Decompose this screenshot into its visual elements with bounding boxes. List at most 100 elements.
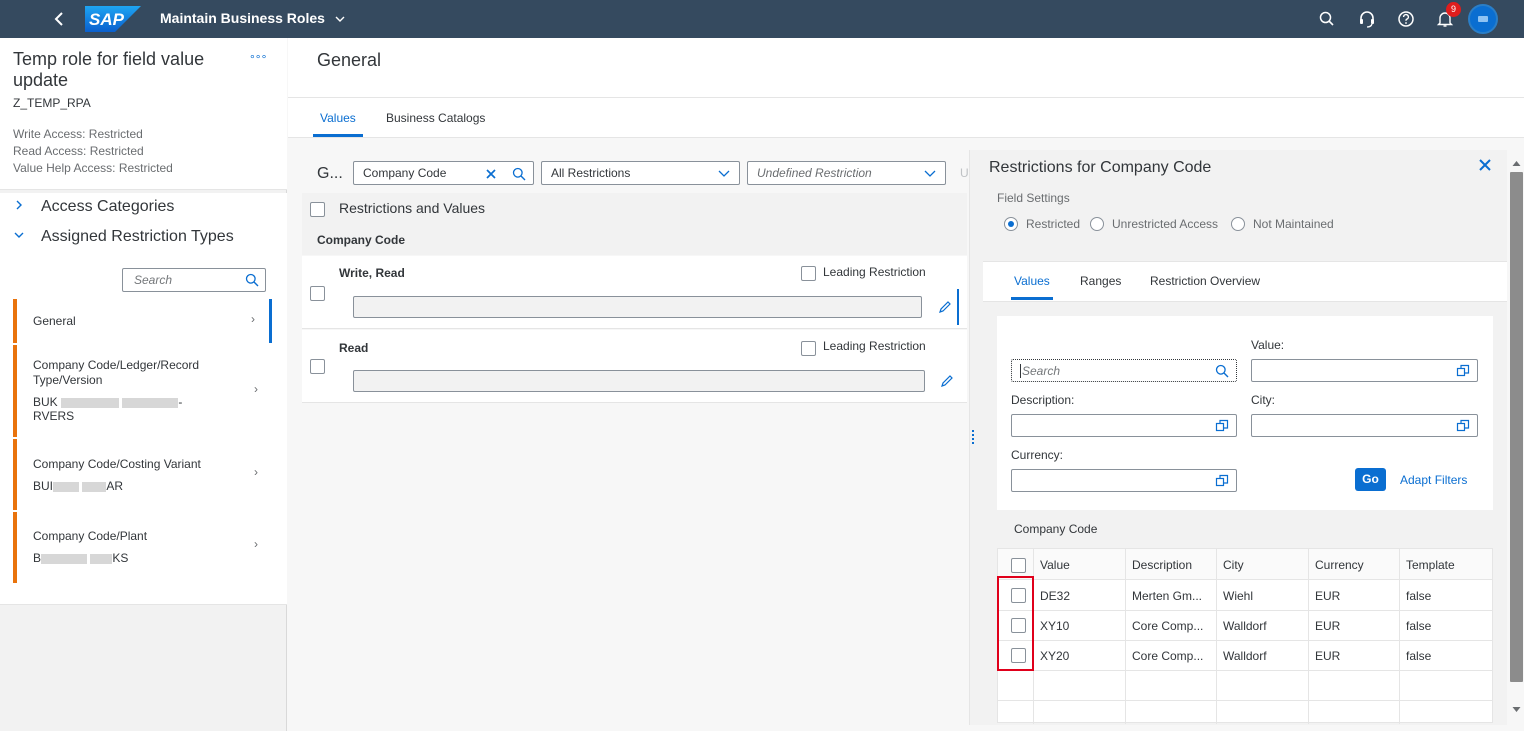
restriction-filter-value: All Restrictions [551,166,631,180]
column-header-template[interactable]: Template [1406,558,1455,572]
restriction-type-title: Company Code/Ledger/Record Type/Version [33,358,200,387]
tree-item-access-categories[interactable]: Access Categories [13,198,174,216]
restriction-type-title: Company Code/Plant [33,529,148,543]
chevron-right-icon: › [254,537,258,551]
tree-item-assigned-restriction-types[interactable]: Assigned Restriction Types [13,228,234,246]
radio-not-maintained[interactable] [1231,217,1245,231]
field-filter-input[interactable]: Company Code [353,161,534,185]
row-divider [998,700,1492,701]
active-tab-indicator [313,134,363,137]
search-placeholder: Search [1020,364,1061,378]
restriction-type-fields: BUK - [33,395,183,409]
radio-unrestricted[interactable] [1090,217,1104,231]
field-filter-value: Company Code [363,166,447,180]
value-help-icon[interactable] [1456,364,1470,378]
row-checkbox[interactable] [310,286,325,301]
close-icon[interactable] [1478,158,1492,172]
chevron-down-icon[interactable] [334,13,346,25]
value-help-access-status: Value Help Access: Restricted [13,161,173,175]
radio-not-maintained-label: Not Maintained [1253,217,1334,231]
description-input[interactable] [1011,414,1237,437]
tab-ranges[interactable]: Ranges [1080,274,1121,288]
value-input[interactable] [1251,359,1478,382]
currency-input[interactable] [1011,469,1237,492]
restriction-value-field[interactable] [353,370,925,392]
help-icon[interactable] [1396,9,1416,29]
back-icon[interactable] [48,8,70,30]
restriction-value-field[interactable] [353,296,922,318]
select-all-checkbox[interactable] [310,202,325,217]
chevron-right-icon [13,198,41,216]
headset-icon[interactable] [1357,9,1377,29]
restriction-type-search[interactable]: Search [122,268,266,292]
leading-restriction-checkbox[interactable] [801,266,816,281]
role-title: Temp role for field value update [13,49,205,90]
restriction-filter-select[interactable]: All Restrictions [541,161,740,185]
edit-icon[interactable] [940,374,954,388]
row-focus-indicator [957,289,959,325]
search-placeholder: Search [134,273,173,287]
splitter-grip-icon[interactable] [972,430,975,444]
page-title: General [317,50,382,70]
restriction-type-company-code-costing-variant[interactable]: Company Code/Costing Variant BUI AR › [13,439,272,510]
restrictions-and-values-label: Restrictions and Values [339,200,486,216]
cell-city: Walldorf [1223,619,1267,633]
row-checkbox[interactable] [310,359,325,374]
more-options-button[interactable]: °°° [250,52,267,66]
search-icon[interactable] [512,167,526,181]
restriction-type-title: Company Code/Costing Variant [33,457,201,471]
active-tab-indicator [1011,297,1053,300]
go-button[interactable]: Go [1355,468,1386,491]
chevron-down-icon [718,170,730,177]
search-icon[interactable] [245,273,259,287]
app-title[interactable]: Maintain Business Roles [160,10,325,26]
city-input[interactable] [1251,414,1478,437]
tab-restriction-overview[interactable]: Restriction Overview [1150,274,1260,288]
cell-description: Merten Gm... [1132,589,1203,603]
chevron-right-icon: › [251,312,255,326]
restriction-type-company-code-ledger[interactable]: Company Code/Ledger/Record Type/Version … [13,345,272,437]
sap-logo[interactable]: SAP [85,6,141,32]
chevron-right-icon: › [254,382,258,396]
cell-description: Core Comp... [1132,649,1204,663]
column-header-value[interactable]: Value [1040,558,1070,572]
tab-business-catalogs[interactable]: Business Catalogs [386,111,485,125]
radio-restricted-label: Restricted [1026,217,1081,231]
undefined-restriction-select[interactable]: Undefined Restriction [747,161,946,185]
value-help-icon[interactable] [1215,474,1229,488]
tab-values[interactable]: Values [1014,274,1050,288]
cell-city: Wiehl [1223,589,1254,603]
search-input[interactable]: Search [1011,359,1237,382]
restriction-type-general[interactable]: General › [13,299,272,343]
checkbox-highlight-box [997,576,1034,671]
table-select-all-checkbox[interactable] [1011,558,1026,573]
group-label: G... [317,165,343,182]
user-avatar[interactable] [1468,4,1498,34]
leading-restriction-checkbox[interactable] [801,341,816,356]
write-access-status: Write Access: Restricted [13,127,143,141]
cell-template: false [1406,649,1432,663]
chevron-down-icon [924,170,936,177]
shell-bar: SAP Maintain Business Roles 9 [0,0,1524,38]
search-icon[interactable] [1317,9,1337,29]
column-header-currency[interactable]: Currency [1315,558,1364,572]
value-help-icon[interactable] [1456,419,1470,433]
restriction-type-company-code-plant[interactable]: Company Code/Plant B KS › [13,512,272,583]
cell-template: false [1406,619,1432,633]
cell-city: Walldorf [1223,649,1267,663]
radio-restricted[interactable] [1004,217,1018,231]
chevron-right-icon: › [254,465,258,479]
edit-icon[interactable] [938,300,952,314]
panel-title: Restrictions for Company Code [989,159,1212,176]
value-help-icon[interactable] [1215,419,1229,433]
scrollbar-thumb[interactable] [1510,172,1523,682]
cell-template: false [1406,589,1432,603]
cell-currency: EUR [1315,589,1341,603]
adapt-filters-link[interactable]: Adapt Filters [1400,473,1467,487]
search-icon[interactable] [1215,364,1229,378]
tab-values[interactable]: Values [320,111,356,125]
clear-icon[interactable] [485,168,497,180]
column-divider [1125,549,1126,724]
column-header-description[interactable]: Description [1132,558,1192,572]
column-header-city[interactable]: City [1223,558,1244,572]
